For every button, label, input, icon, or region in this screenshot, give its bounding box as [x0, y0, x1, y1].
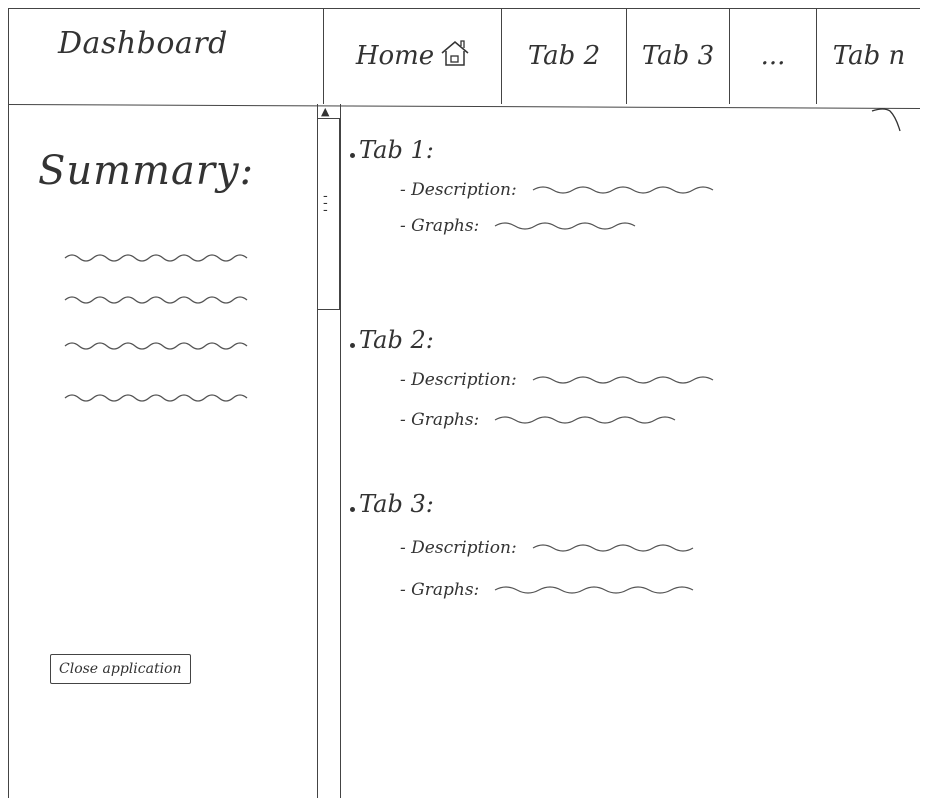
placeholder-text-line [532, 544, 694, 552]
placeholder-text-line [64, 254, 248, 262]
tab-more-label: ... [760, 41, 786, 71]
placeholder-text-line [64, 394, 248, 402]
description-label: - Description: [400, 370, 517, 390]
section-title: Tab 2: [359, 326, 434, 354]
header-divider [323, 8, 324, 104]
scroll-thumb[interactable]: --- [317, 118, 340, 310]
tab-more[interactable]: ... [731, 8, 815, 104]
tab-3-label: Tab 3 [641, 41, 715, 71]
bullet-icon [350, 152, 355, 158]
graphs-label: - Graphs: [400, 580, 480, 600]
placeholder-text-line [532, 376, 714, 384]
graphs-label: - Graphs: [400, 410, 480, 430]
summary-title: Summary: [38, 148, 255, 194]
placeholder-text-line [494, 586, 694, 594]
tab-n-label: Tab n [832, 41, 906, 71]
tab-summary-section: Tab 1: - Description: - Graphs: [350, 136, 721, 244]
grip-icon: --- [323, 188, 328, 218]
placeholder-text-line [532, 186, 714, 194]
section-title: Tab 3: [359, 490, 434, 518]
tab-separator [626, 8, 627, 104]
description-label: - Description: [400, 538, 517, 558]
tab-separator [729, 8, 730, 104]
tab-home[interactable]: Home [325, 8, 501, 104]
sidebar: Summary: Close application [8, 108, 313, 798]
scrollbar[interactable]: ▲ --- [317, 104, 341, 798]
graphs-label: - Graphs: [400, 216, 480, 236]
tab-2-label: Tab 2 [527, 41, 601, 71]
tab-separator [816, 8, 817, 104]
placeholder-text-line [64, 342, 248, 350]
scroll-up-arrow-icon[interactable]: ▲ [321, 106, 329, 117]
tab-2[interactable]: Tab 2 [503, 8, 625, 104]
bullet-icon [350, 342, 355, 348]
tab-3[interactable]: Tab 3 [628, 8, 728, 104]
tab-home-label: Home [355, 41, 435, 71]
close-application-button[interactable]: Close application [50, 654, 191, 684]
tab-separator [501, 8, 502, 104]
tab-summary-section: Tab 2: - Description: - Graphs: [350, 326, 731, 438]
bullet-icon [350, 506, 355, 512]
tab-summary-section: Tab 3: - Description: - Graphs: [350, 490, 713, 608]
app-title: Dashboard [58, 26, 228, 61]
placeholder-text-line [494, 222, 636, 230]
tab-n[interactable]: Tab n [818, 8, 920, 104]
main-content: Tab 1: - Description: - Graphs: Tab 2: -… [350, 108, 920, 798]
placeholder-text-line [494, 416, 676, 424]
description-label: - Description: [400, 180, 517, 200]
placeholder-text-line [64, 296, 248, 304]
section-title: Tab 1: [359, 136, 434, 164]
home-icon [440, 39, 470, 74]
